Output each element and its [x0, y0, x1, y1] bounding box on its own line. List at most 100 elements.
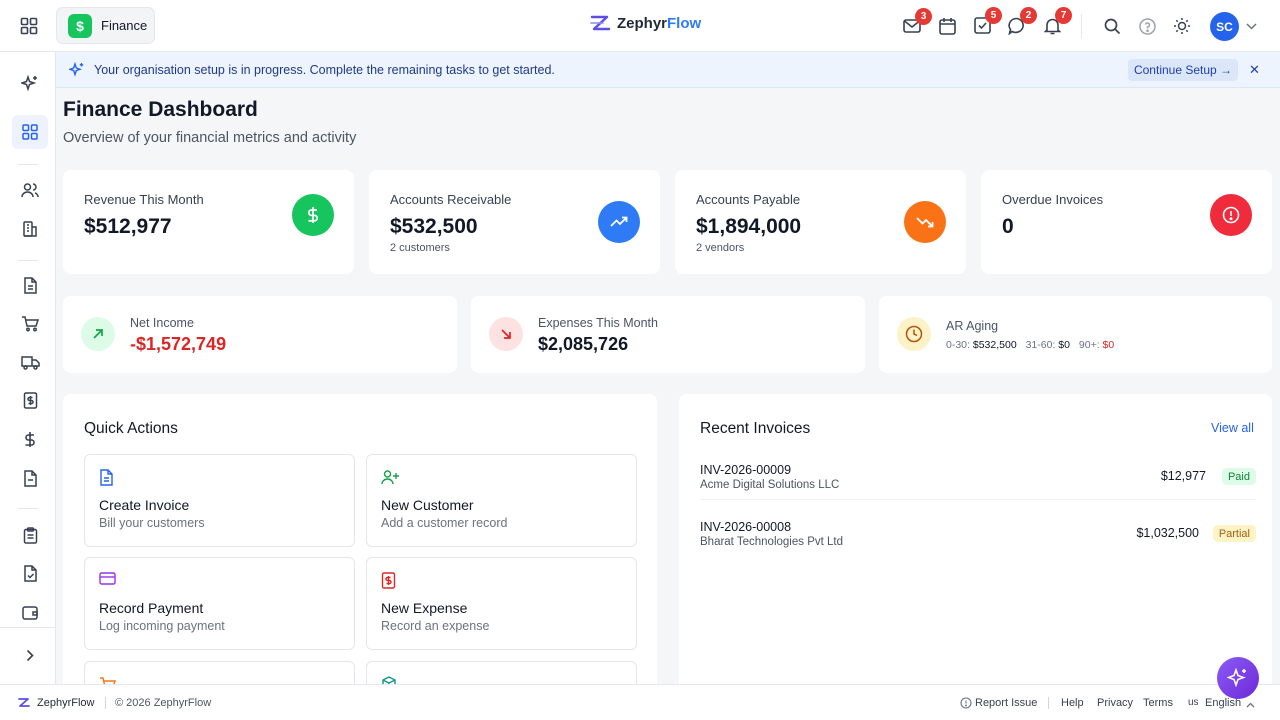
invoice-amount: $1,032,500	[1136, 526, 1199, 540]
sidebar-item-shipping[interactable]	[12, 345, 48, 379]
metric-card-expenses[interactable]: Expenses This Month $2,085,726	[471, 296, 865, 373]
new-customer-button[interactable]: New Customer Add a customer record	[366, 454, 637, 547]
sidebar-item-contacts[interactable]	[12, 173, 48, 207]
chat-badge: 2	[1020, 7, 1037, 24]
page-title: Finance Dashboard	[63, 98, 258, 121]
view-all-link[interactable]: View all	[1211, 421, 1254, 435]
section-title: Recent Invoices	[700, 420, 811, 437]
sidebar-item-clipboard[interactable]	[12, 518, 48, 552]
sidebar-item-approvals[interactable]	[12, 556, 48, 590]
tasks-button[interactable]: 5	[972, 7, 1002, 35]
apps-grid-icon[interactable]	[18, 15, 40, 37]
sidebar-item-documents[interactable]	[12, 268, 48, 302]
sun-icon	[1174, 18, 1190, 34]
sidebar-item-companies[interactable]	[12, 211, 48, 245]
mail-button[interactable]: 3	[902, 8, 932, 35]
terms-link[interactable]: Terms	[1143, 697, 1173, 709]
metric-label: AR Aging	[946, 319, 999, 333]
invoice-dollar-icon	[23, 391, 37, 409]
footer-divider	[1048, 697, 1049, 709]
sparkle-icon	[21, 75, 37, 92]
privacy-link[interactable]: Privacy	[1097, 697, 1133, 709]
app-switcher-finance[interactable]: $ Finance	[56, 7, 155, 44]
help-link[interactable]: Help	[1061, 697, 1084, 709]
sidebar-item-reports[interactable]	[12, 461, 48, 495]
kpi-card-overdue[interactable]: Overdue Invoices 0	[981, 170, 1272, 274]
calendar-button[interactable]	[937, 16, 957, 35]
user-plus-icon	[381, 469, 399, 490]
sidebar-item-invoices[interactable]	[12, 383, 48, 417]
footer-brand: ZephyrFlow	[37, 697, 95, 709]
sidebar-divider	[18, 164, 38, 165]
user-avatar[interactable]: SC	[1210, 12, 1239, 41]
kpi-value: $512,977	[84, 215, 172, 238]
sidebar-item-finance[interactable]	[12, 422, 48, 456]
file-icon	[23, 469, 37, 487]
footer: ZephyrFlow © 2026 ZephyrFlow Report Issu…	[0, 684, 1280, 720]
action-description: Add a customer record	[381, 516, 508, 530]
create-invoice-button[interactable]: Create Invoice Bill your customers	[84, 454, 355, 547]
chevron-up-icon[interactable]	[1246, 699, 1255, 711]
recent-invoices-panel: Recent Invoices View all INV-2026-00009 …	[679, 394, 1272, 694]
record-payment-button[interactable]: Record Payment Log incoming payment	[84, 557, 355, 650]
search-button[interactable]	[1102, 16, 1122, 36]
continue-setup-button[interactable]: Continue Setup →	[1128, 59, 1238, 81]
notifications-button[interactable]: 7	[1042, 7, 1072, 35]
dashboard-grid-icon	[22, 124, 38, 140]
metric-value: $2,085,726	[538, 334, 629, 354]
arrow-up-right-icon	[81, 317, 115, 351]
top-bar: $ Finance ZephyrFlow 3 5 2 7 SC	[0, 0, 1280, 52]
invoice-row[interactable]: INV-2026-00008 Bharat Technologies Pvt L…	[700, 513, 1256, 557]
truck-icon	[20, 355, 40, 370]
sidebar-item-wallet[interactable]	[12, 595, 48, 629]
sidebar-item-dashboard[interactable]	[12, 115, 48, 149]
sidebar-expand-button[interactable]	[12, 638, 48, 672]
footer-copyright: © 2026 ZephyrFlow	[115, 697, 212, 709]
kpi-value: 0	[1002, 215, 1014, 238]
invoice-customer: Acme Digital Solutions LLC	[700, 479, 840, 491]
new-expense-button[interactable]: New Expense Record an expense	[366, 557, 637, 650]
metric-card-net-income[interactable]: Net Income -$1,572,749	[63, 296, 457, 373]
aging-bucket-value: $532,500	[972, 339, 1017, 351]
page-subtitle: Overview of your financial metrics and a…	[63, 130, 357, 146]
alert-circle-icon	[1210, 194, 1252, 236]
aging-bucket-label: 90+:	[1078, 339, 1100, 351]
chat-button[interactable]: 2	[1007, 7, 1037, 35]
arrow-down-right-icon	[489, 317, 523, 351]
metric-card-ar-aging[interactable]: AR Aging 0-30: $532,500 31-60: $0 90+: $…	[879, 296, 1272, 373]
kpi-label: Accounts Payable	[696, 192, 801, 207]
zephyr-logo-icon	[17, 697, 30, 711]
report-issue-icon	[960, 697, 972, 712]
kpi-card-payable[interactable]: Accounts Payable $1,894,000 2 vendors	[675, 170, 966, 274]
users-icon	[21, 183, 39, 198]
action-description: Bill your customers	[99, 516, 205, 530]
kpi-card-receivable[interactable]: Accounts Receivable $532,500 2 customers	[369, 170, 660, 274]
quick-actions-panel: Quick Actions Create Invoice Bill your c…	[63, 394, 657, 694]
receipt-dollar-icon	[381, 572, 396, 594]
chevron-down-icon[interactable]	[1245, 20, 1257, 32]
close-icon[interactable]: ✕	[1249, 62, 1260, 78]
search-icon	[1104, 18, 1120, 34]
sidebar	[0, 52, 56, 684]
dollar-icon: $	[68, 13, 92, 38]
aging-bucket-value: $0	[1058, 339, 1070, 351]
invoice-number: INV-2026-00008	[700, 520, 792, 534]
metric-label: Expenses This Month	[538, 316, 658, 330]
invoice-row[interactable]: INV-2026-00009 Acme Digital Solutions LL…	[700, 456, 1256, 500]
ai-assistant-button[interactable]	[1217, 657, 1259, 699]
help-button[interactable]	[1137, 16, 1157, 36]
file-text-icon	[99, 469, 114, 491]
clock-icon	[897, 317, 931, 351]
help-circle-icon	[1138, 17, 1156, 35]
kpi-card-revenue[interactable]: Revenue This Month $512,977	[63, 170, 354, 274]
chevron-right-icon	[26, 649, 34, 661]
brand-logo[interactable]: ZephyrFlow	[589, 14, 701, 32]
metric-value: -$1,572,749	[130, 334, 227, 354]
status-badge: Partial	[1212, 525, 1256, 542]
report-issue-link[interactable]: Report Issue	[975, 697, 1037, 709]
trending-up-icon	[598, 201, 640, 243]
sidebar-item-ai[interactable]	[12, 67, 48, 101]
sidebar-item-orders[interactable]	[12, 306, 48, 340]
ar-aging-buckets: 0-30: $532,500 31-60: $0 90+: $0	[946, 339, 1114, 351]
theme-toggle-button[interactable]	[1172, 16, 1192, 36]
